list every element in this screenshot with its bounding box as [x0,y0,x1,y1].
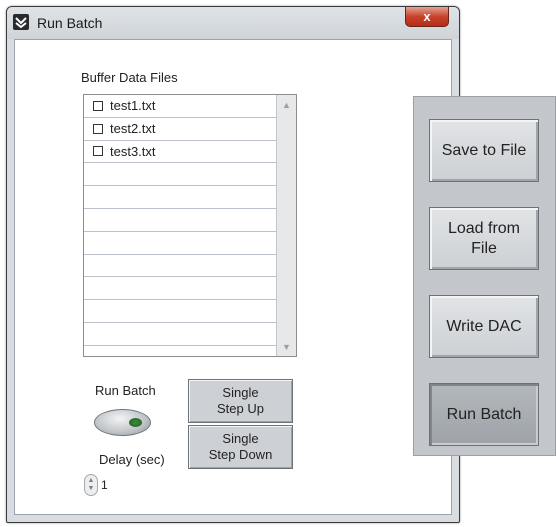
run-batch-button-label: Run Batch [446,405,522,423]
save-to-file-button[interactable]: Save to File [429,119,539,182]
delay-input[interactable] [99,475,165,495]
load-from-file-line2: File [471,239,497,257]
step-up-line1: Single [222,385,259,400]
list-item[interactable]: test3.txt [84,141,276,164]
buffer-files-label: Buffer Data Files [81,70,178,85]
write-dac-label: Write DAC [446,317,522,335]
step-down-line1: Single [222,431,259,446]
checkbox[interactable] [93,123,103,134]
action-button-panel: Save to File Load from File Write DAC Ru… [413,96,556,456]
list-item[interactable]: test2.txt [84,118,276,141]
scroll-up-arrow-icon[interactable]: ▲ [279,97,294,112]
spin-up-icon[interactable]: ▲ [88,477,95,485]
list-item-empty[interactable] [84,163,276,187]
write-dac-button[interactable]: Write DAC [429,295,539,358]
window-title: Run Batch [37,15,103,31]
window-client-area: Buffer Data Files test1.txt test2.txt te… [14,39,452,515]
run-batch-toggle[interactable] [94,409,151,436]
save-to-file-label: Save to File [441,141,527,159]
load-from-file-button[interactable]: Load from File [429,207,539,270]
run-batch-label: Run Batch [95,383,156,398]
run-batch-window: Run Batch x Buffer Data Files test1.txt … [6,6,460,523]
close-button[interactable]: x [405,7,449,27]
list-item-empty[interactable] [84,323,276,346]
list-item-empty[interactable] [84,277,276,301]
title-bar[interactable]: Run Batch x [7,7,459,39]
close-icon: x [423,9,431,24]
list-item-empty[interactable] [84,255,276,278]
list-scrollbar[interactable]: ▲ ▼ [276,95,296,356]
list-item[interactable]: test1.txt [84,95,276,118]
list-item-label: test3.txt [110,143,156,159]
list-item-empty[interactable] [84,186,276,209]
spin-down-icon[interactable]: ▼ [88,485,95,493]
app-icon [13,14,29,30]
single-step-down-button[interactable]: Single Step Down [188,425,293,469]
run-batch-button[interactable]: Run Batch [429,383,539,446]
list-rows: test1.txt test2.txt test3.txt [84,95,276,356]
delay-spinner[interactable]: ▲ ▼ [84,474,98,496]
step-up-line2: Step Up [217,401,264,416]
buffer-files-list[interactable]: test1.txt test2.txt test3.txt ▲ ▼ [83,94,297,357]
list-item-empty[interactable] [84,209,276,232]
single-step-up-button[interactable]: Single Step Up [188,379,293,423]
load-from-file-line1: Load from [447,219,521,237]
checkbox[interactable] [93,100,103,111]
list-item-label: test2.txt [110,121,156,137]
checkbox[interactable] [93,146,103,157]
list-item-empty[interactable] [84,232,276,255]
delay-label: Delay (sec) [99,452,165,467]
list-item-empty[interactable] [84,300,276,323]
list-item-label: test1.txt [110,98,156,114]
step-down-line2: Step Down [208,447,273,462]
scroll-down-arrow-icon[interactable]: ▼ [279,339,294,354]
toggle-led-icon [129,418,142,427]
